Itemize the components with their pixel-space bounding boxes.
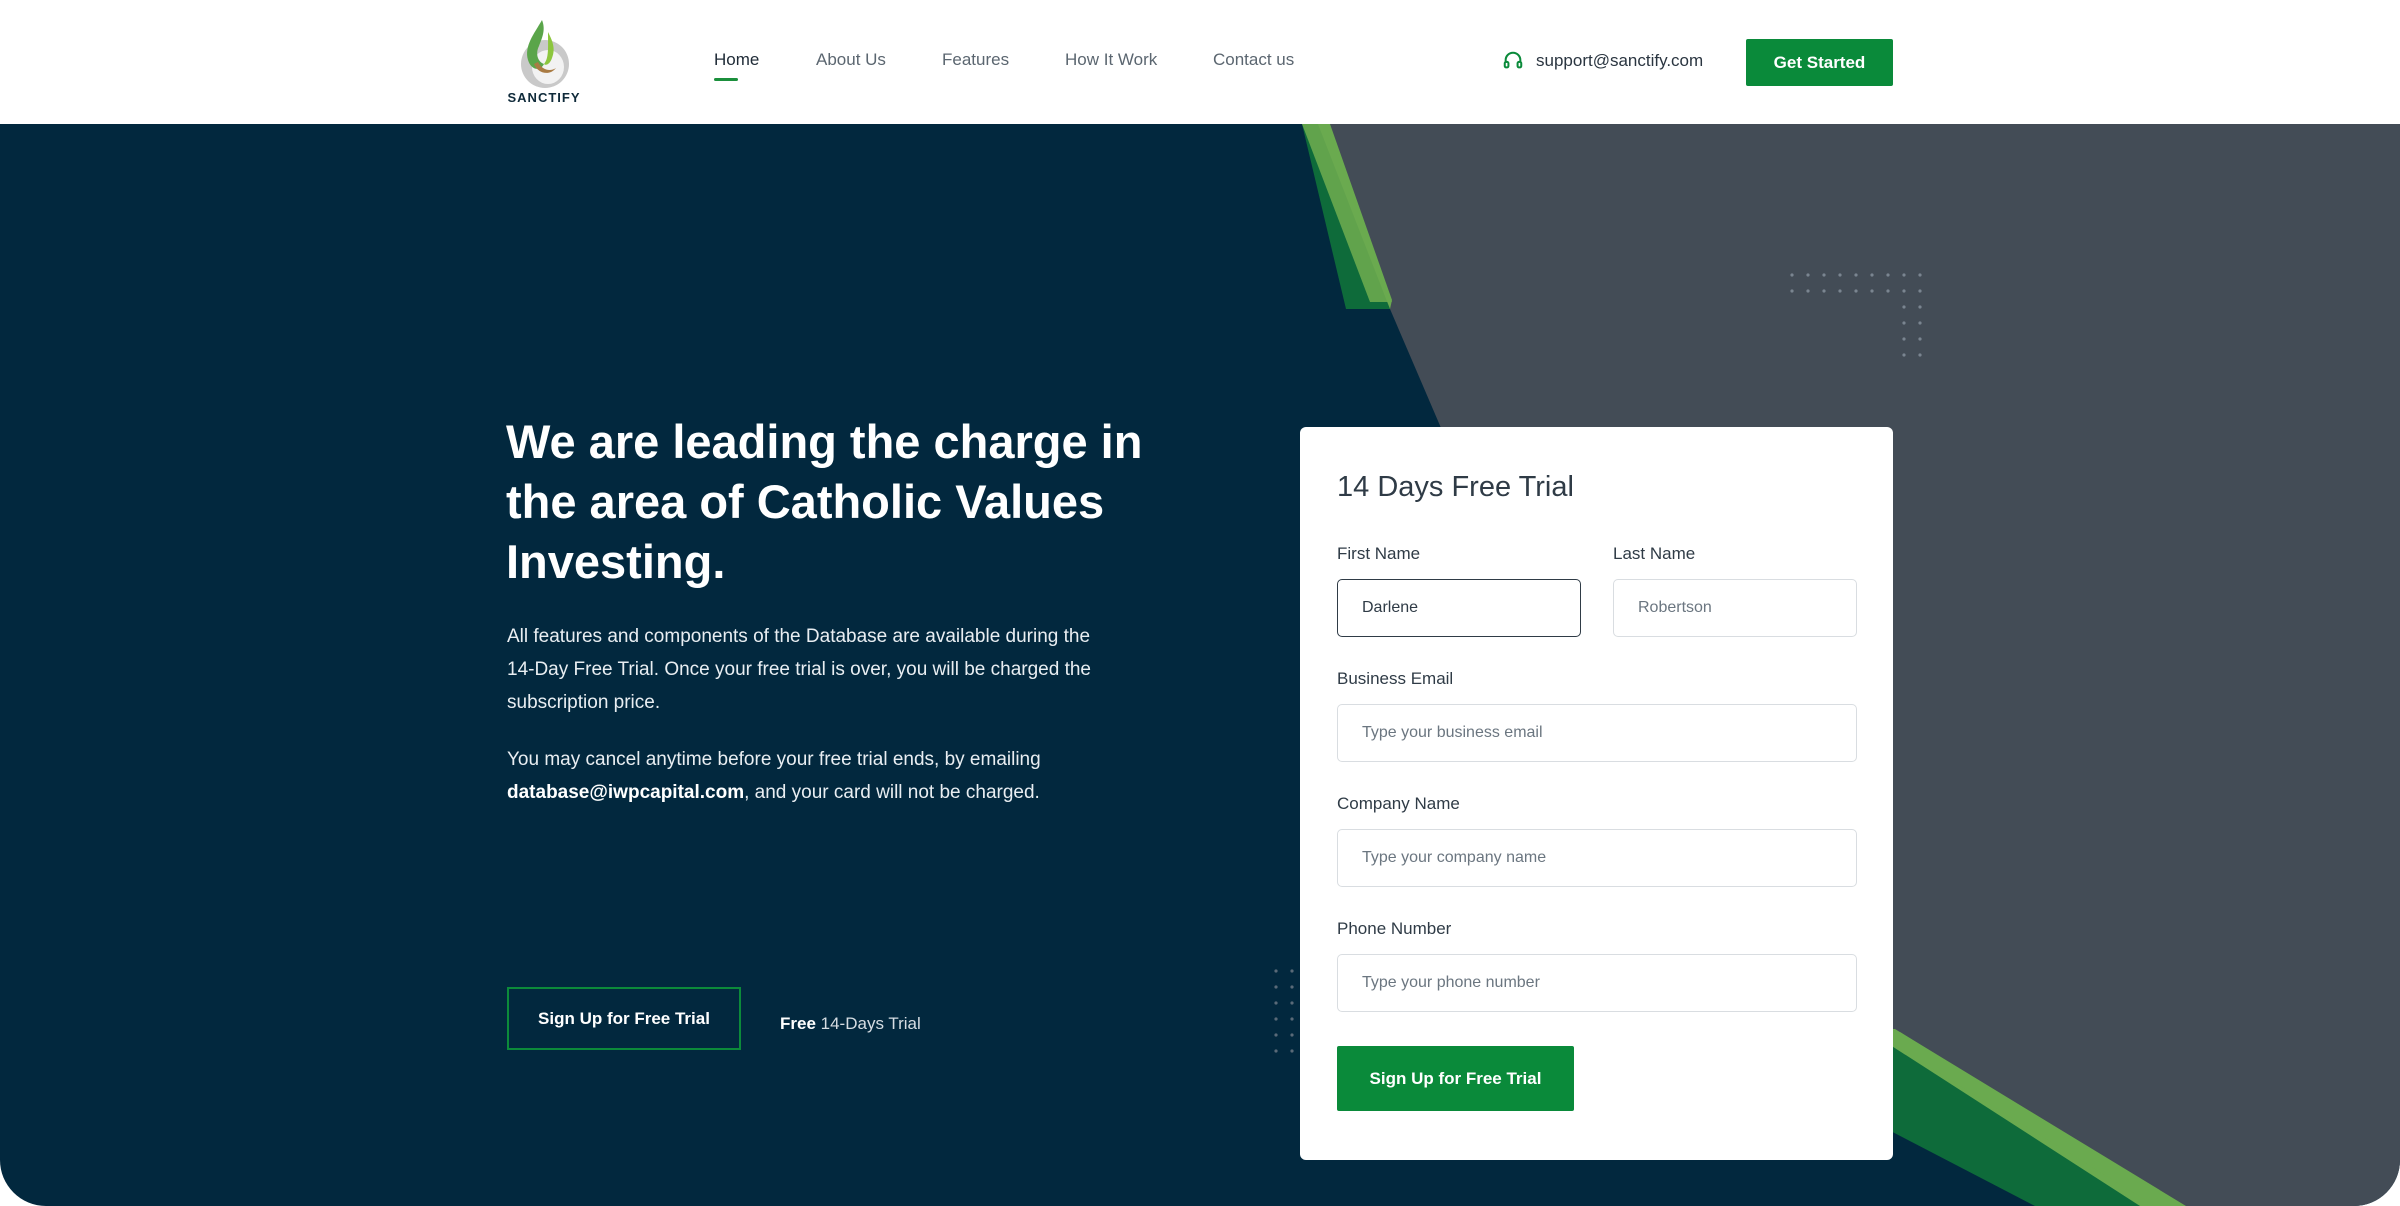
phone-number-input[interactable]: Type your phone number (1337, 954, 1857, 1012)
get-started-button[interactable]: Get Started (1746, 39, 1893, 86)
hero-background-graphic (1274, 124, 2400, 1206)
form-title: 14 Days Free Trial (1337, 471, 1574, 503)
nav-about-us[interactable]: About Us (816, 50, 886, 70)
page-frame: SANCTIFY Home About Us Features How It W… (0, 0, 2400, 1206)
logo-wordmark: SANCTIFY (507, 90, 581, 105)
nav-active-indicator (714, 78, 738, 81)
cancel-text: You may cancel anytime before your free … (507, 749, 1041, 770)
support-contact[interactable]: support@sanctify.com (1502, 50, 1703, 72)
logo-flame-icon (521, 20, 569, 88)
form-submit-button[interactable]: Sign Up for Free Trial (1337, 1046, 1574, 1111)
hero-paragraph-trial-info: All features and components of the Datab… (507, 626, 1091, 713)
first-name-label: First Name (1337, 544, 1421, 563)
free-note-text: 14-Days Trial (815, 1014, 921, 1033)
free-note-bold: Free (780, 1014, 816, 1033)
free-trial-note: Free 14-Days Trial (780, 1014, 921, 1034)
sanctify-logo[interactable]: SANCTIFY (504, 14, 584, 110)
company-name-label: Company Name (1337, 794, 1460, 813)
nav-features[interactable]: Features (942, 50, 1009, 70)
phone-number-label: Phone Number (1337, 919, 1452, 938)
last-name-input[interactable]: Robertson (1613, 579, 1857, 637)
company-name-input[interactable]: Type your company name (1337, 829, 1857, 887)
nav-home[interactable]: Home (714, 50, 759, 70)
hero-headline: We are leading the charge in the area of… (506, 415, 1143, 588)
hero-signup-button[interactable]: Sign Up for Free Trial (507, 987, 741, 1050)
cancel-text-suffix: , and your card will not be charged. (744, 782, 1040, 803)
trial-signup-form: 14 Days Free Trial First Name Darlene La… (1300, 427, 1893, 1160)
business-email-label: Business Email (1337, 669, 1454, 688)
headset-icon (1503, 51, 1523, 69)
first-name-input[interactable]: Darlene (1337, 579, 1581, 637)
database-email-link[interactable]: database@iwpcapital.com (507, 782, 744, 803)
hero-section: We are leading the charge in the area of… (0, 124, 2400, 1206)
business-email-input[interactable]: Type your business email (1337, 704, 1857, 762)
hero-paragraph-cancel-info: You may cancel anytime before your free … (507, 743, 1107, 809)
support-email[interactable]: support@sanctify.com (1536, 51, 1703, 71)
nav-how-it-work[interactable]: How It Work (1065, 50, 1157, 70)
nav-contact-us[interactable]: Contact us (1213, 50, 1294, 70)
last-name-label: Last Name (1613, 544, 1696, 563)
top-navbar: SANCTIFY Home About Us Features How It W… (0, 0, 2400, 124)
